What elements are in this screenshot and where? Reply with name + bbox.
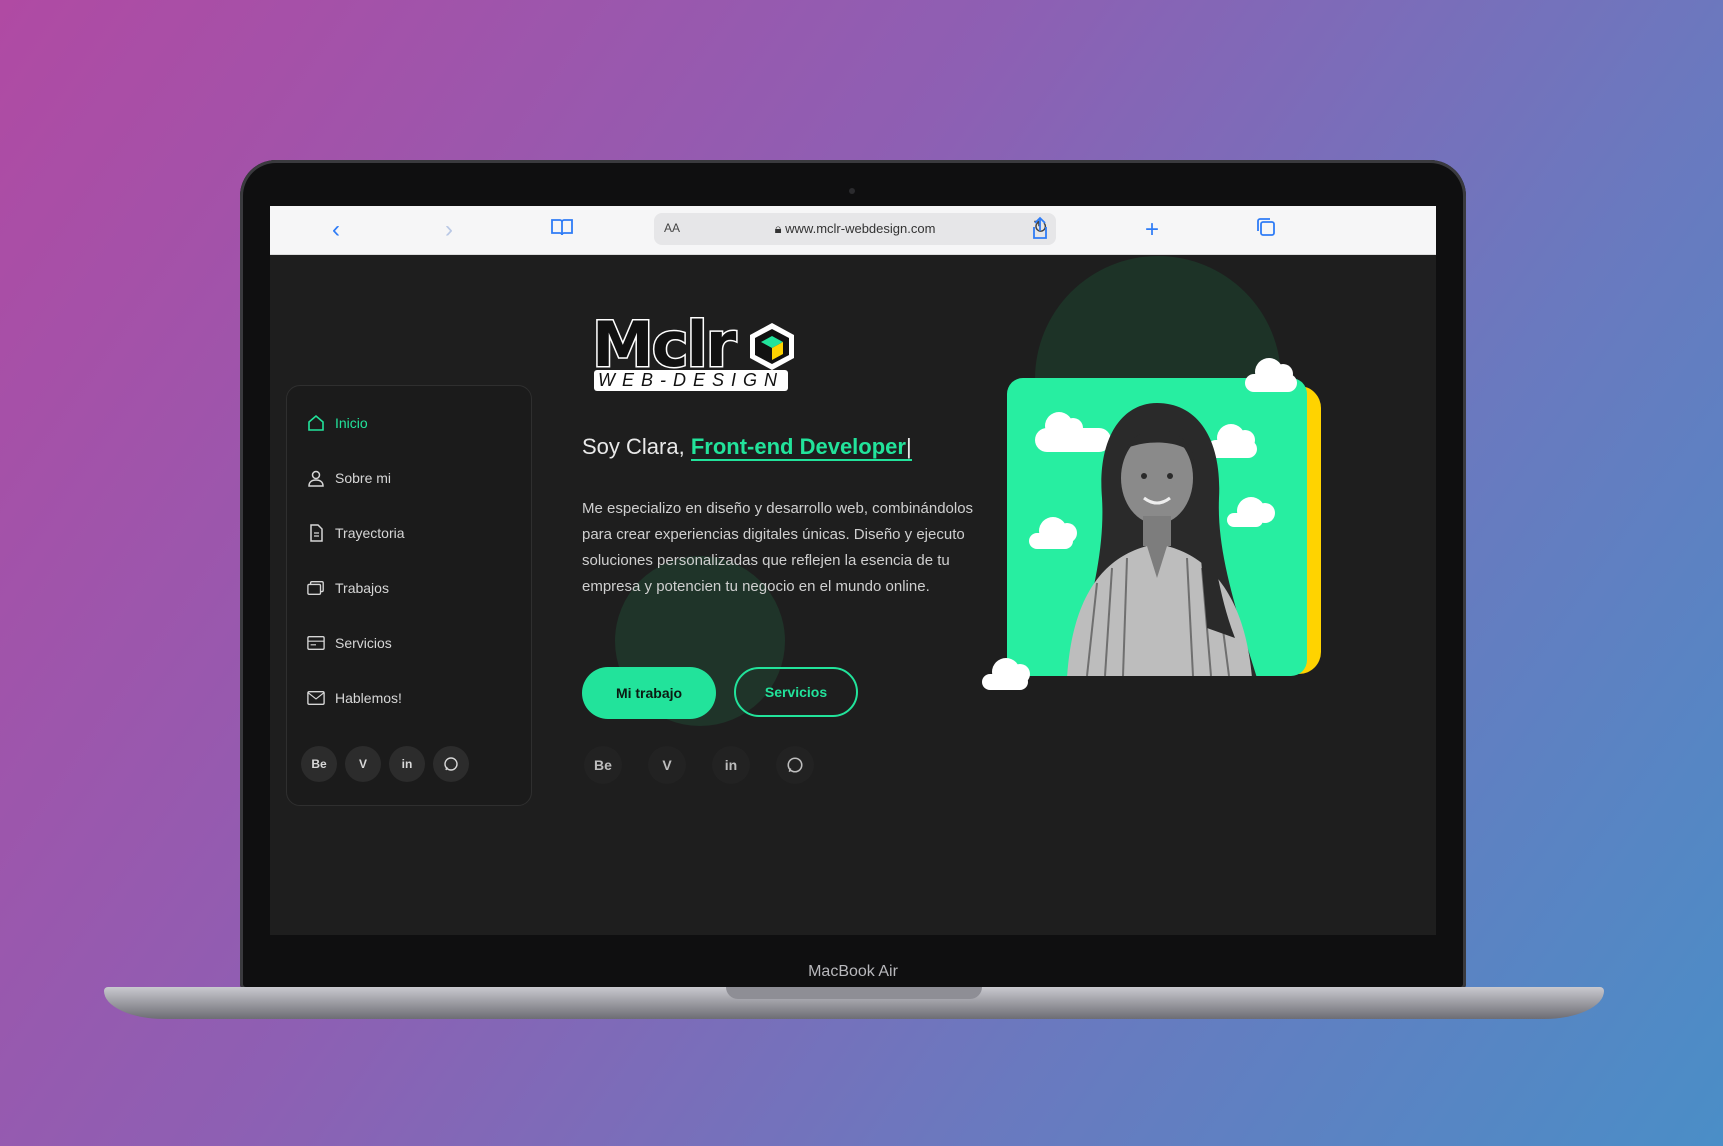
sidebar: Inicio Sobre mi Trayectoria Trabajos Ser… [286, 385, 532, 806]
sidebar-item-trabajos[interactable]: Trabajos [307, 576, 389, 600]
sidebar-item-hablemos[interactable]: Hablemos! [307, 686, 402, 710]
sidebar-item-label: Trayectoria [335, 525, 405, 541]
sidebar-item-label: Sobre mi [335, 470, 392, 486]
whatsapp-icon[interactable] [776, 746, 814, 784]
services-button[interactable]: Servicios [734, 667, 858, 717]
cloud [982, 658, 1030, 690]
linkedin-icon[interactable]: in [389, 746, 425, 782]
whatsapp-icon[interactable] [433, 746, 469, 782]
home-icon [307, 414, 325, 432]
behance-icon[interactable]: Be [584, 746, 622, 784]
sidebar-item-label: Servicios [335, 635, 392, 651]
new-tab-icon[interactable]: + [1138, 216, 1166, 244]
back-icon[interactable]: ‹ [322, 216, 350, 244]
person-illustration [1067, 403, 1257, 676]
address-bar[interactable]: AA 🔒︎ www.mclr-webdesign.com ↻ [654, 213, 1056, 245]
typing-cursor: | [905, 434, 912, 459]
tabs-icon[interactable] [1252, 216, 1280, 244]
sidebar-item-label: Trabajos [335, 580, 389, 596]
mail-icon [307, 689, 325, 707]
lock-icon: 🔒︎ [774, 221, 782, 236]
laptop-lid: ‹ › AA 🔒︎ www.mclr-webdesign.com ↻ + Ini… [240, 160, 1466, 990]
camera [849, 188, 855, 194]
hero-bio: Me especializo en diseño y desarrollo we… [582, 500, 974, 595]
behance-icon[interactable]: Be [301, 746, 337, 782]
hero-headline: Soy Clara, Front-end Developer| [582, 434, 912, 461]
user-icon [307, 469, 325, 487]
hero-role-text: Front-end Developer [690, 434, 906, 459]
sidebar-item-trayectoria[interactable]: Trayectoria [307, 521, 405, 545]
sidebar-item-label: Inicio [335, 415, 368, 431]
brand-logo[interactable]: Mclr WEB-DESIGN [590, 308, 802, 398]
sidebar-item-inicio[interactable]: Inicio [307, 411, 368, 435]
logo-subtitle: WEB-DESIGN [594, 370, 789, 391]
services-icon [307, 634, 325, 652]
forward-icon[interactable]: › [435, 216, 463, 244]
vimeo-icon[interactable]: V [648, 746, 686, 784]
vimeo-icon[interactable]: V [345, 746, 381, 782]
sidebar-item-label: Hablemos! [335, 690, 402, 706]
laptop-base [104, 987, 1604, 1019]
hero-social-links: Be V in [584, 746, 814, 784]
sidebar-item-servicios[interactable]: Servicios [307, 631, 392, 655]
my-work-button[interactable]: Mi trabajo [582, 667, 716, 719]
url-label: www.mclr-webdesign.com [785, 221, 936, 236]
sidebar-item-sobre-mi[interactable]: Sobre mi [307, 466, 391, 490]
hero-role: Front-end Developer| [690, 434, 912, 461]
share-icon[interactable] [1026, 216, 1054, 244]
linkedin-icon[interactable]: in [712, 746, 750, 784]
browser-toolbar: ‹ › AA 🔒︎ www.mclr-webdesign.com ↻ + [270, 206, 1436, 255]
url-text: 🔒︎ www.mclr-webdesign.com [654, 221, 1056, 237]
sidebar-social-links: Be V in [301, 746, 469, 782]
document-icon [307, 524, 325, 542]
bookmarks-icon[interactable] [548, 216, 576, 244]
profile-photo [1007, 378, 1307, 676]
cloud [1245, 358, 1297, 392]
laptop-notch [726, 987, 982, 999]
screen: ‹ › AA 🔒︎ www.mclr-webdesign.com ↻ + Ini… [270, 206, 1436, 935]
device-label: MacBook Air [808, 963, 898, 980]
gallery-icon [307, 579, 325, 597]
hero-greeting: Soy Clara, [582, 434, 691, 459]
logo-mark-icon [750, 323, 794, 370]
